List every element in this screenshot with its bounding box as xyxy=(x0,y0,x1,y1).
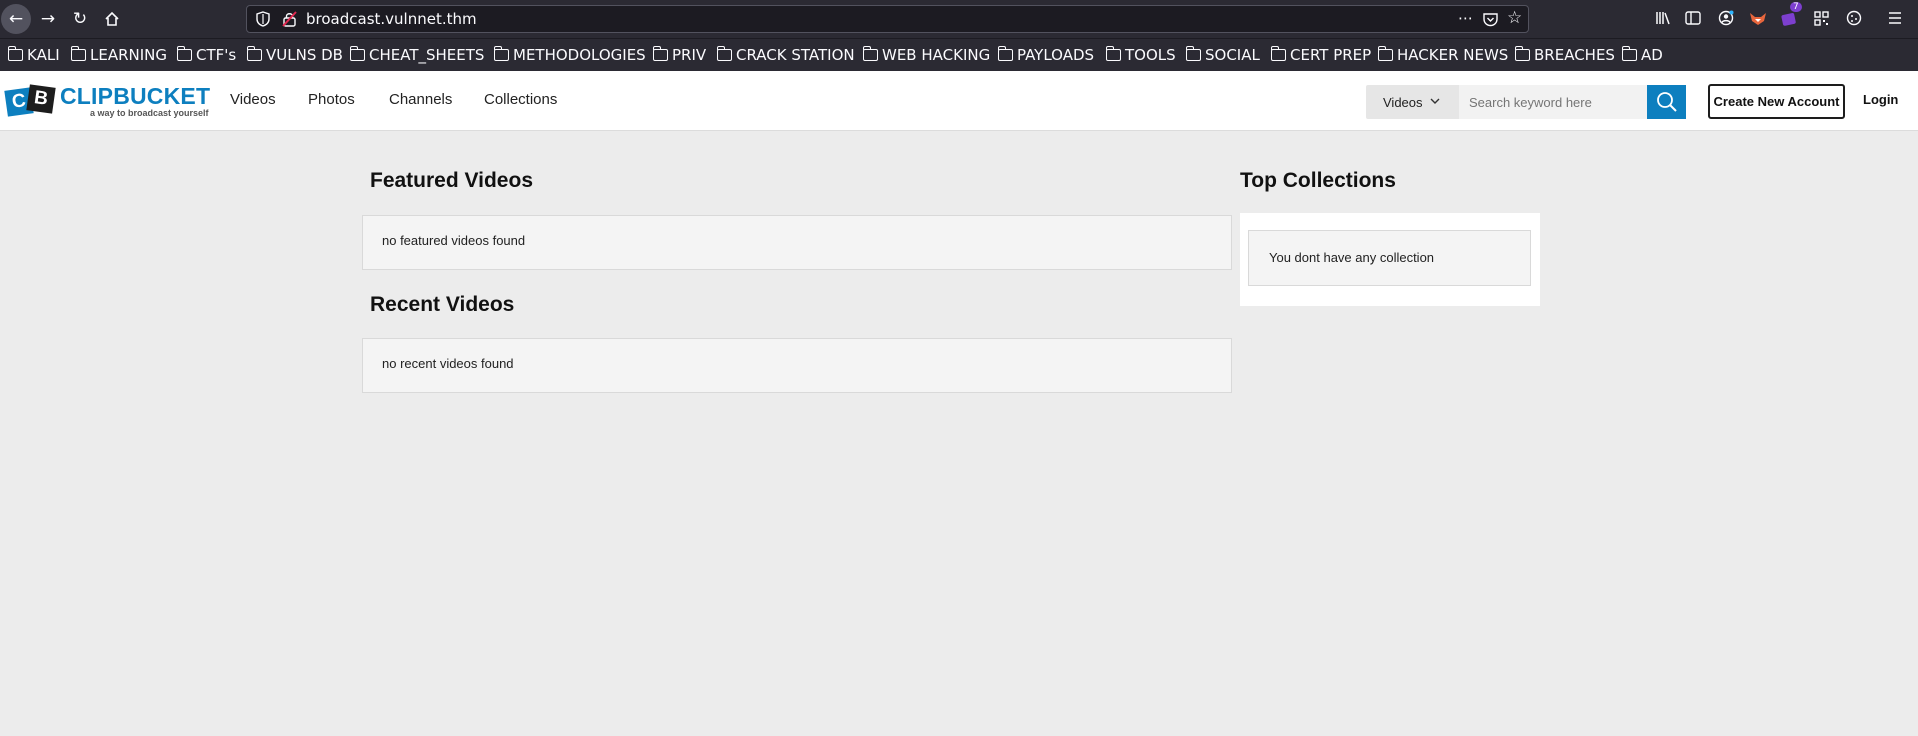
bookmark-folder[interactable]: CTF's xyxy=(176,45,236,65)
sidebar-icon[interactable] xyxy=(1684,9,1702,27)
recent-empty-message: no recent videos found xyxy=(382,356,514,371)
menu-icon[interactable] xyxy=(1886,9,1904,27)
collections-empty-message: You dont have any collection xyxy=(1269,250,1435,265)
bookmark-folder[interactable]: SOCIAL xyxy=(1185,45,1260,65)
search-button[interactable] xyxy=(1647,85,1686,119)
folder-icon xyxy=(1377,46,1393,61)
site-logo[interactable]: C B CLIPBUCKET a way to broadcast yourse… xyxy=(4,83,210,119)
folder-icon xyxy=(1105,46,1121,61)
bookmark-folder[interactable]: VULNS DB xyxy=(246,45,343,65)
reload-button[interactable]: ↻ xyxy=(65,4,95,34)
logo-mark: C B xyxy=(4,84,58,118)
folder-icon xyxy=(716,46,732,61)
recent-videos-title: Recent Videos xyxy=(370,293,515,316)
folder-icon xyxy=(176,46,192,61)
shield-icon[interactable] xyxy=(256,11,270,27)
chevron-down-icon xyxy=(1430,98,1440,104)
logo-tagline: a way to broadcast yourself xyxy=(90,108,209,118)
back-button[interactable]: ← xyxy=(1,4,31,34)
arrow-right-icon: → xyxy=(40,9,56,29)
bookmark-folder[interactable]: KALI xyxy=(7,45,60,65)
qr-code-icon[interactable] xyxy=(1812,9,1830,27)
folder-icon xyxy=(1270,46,1286,61)
forward-button[interactable]: → xyxy=(33,4,63,34)
recent-videos-panel: no recent videos found xyxy=(362,338,1232,393)
bookmarks-bar: KALI LEARNING CTF's VULNS DB CHEAT_SHEET… xyxy=(0,38,1918,71)
collections-empty-panel: You dont have any collection xyxy=(1248,230,1531,286)
folder-icon xyxy=(652,46,668,61)
folder-icon xyxy=(1514,46,1530,61)
extension-badge: 7 xyxy=(1790,2,1802,12)
folder-icon xyxy=(1185,46,1201,61)
search-icon xyxy=(1656,92,1677,112)
bookmark-folder[interactable]: LEARNING xyxy=(70,45,167,65)
page-actions-icon[interactable]: ⋯ xyxy=(1458,9,1473,27)
search-input[interactable] xyxy=(1459,85,1647,119)
star-icon[interactable]: ☆ xyxy=(1507,8,1522,28)
foxyproxy-icon[interactable] xyxy=(1749,9,1767,27)
bookmark-folder[interactable]: TOOLS xyxy=(1105,45,1176,65)
reload-icon: ↻ xyxy=(72,9,88,29)
login-link[interactable]: Login xyxy=(1863,92,1898,107)
bookmark-folder[interactable]: METHODOLOGIES xyxy=(493,45,646,65)
pocket-icon[interactable] xyxy=(1483,12,1498,27)
insecure-lock-icon[interactable] xyxy=(282,11,297,27)
folder-icon xyxy=(7,46,23,61)
bookmark-folder[interactable]: CERT PREP xyxy=(1270,45,1371,65)
create-account-button[interactable]: Create New Account xyxy=(1708,84,1845,119)
browser-toolbar: ← → ↻ broadcast.vulnnet.thm ⋯ ☆ 7 xyxy=(0,0,1918,38)
nav-channels[interactable]: Channels xyxy=(389,91,452,108)
folder-icon xyxy=(70,46,86,61)
address-bar[interactable]: broadcast.vulnnet.thm ⋯ ☆ xyxy=(246,5,1529,33)
logo-text: CLIPBUCKET xyxy=(60,83,211,109)
cookie-icon[interactable] xyxy=(1845,9,1863,27)
bookmark-folder[interactable]: HACKER NEWS xyxy=(1377,45,1508,65)
nav-videos[interactable]: Videos xyxy=(230,91,276,108)
extension-badge-icon[interactable]: 7 xyxy=(1780,2,1802,27)
featured-videos-title: Featured Videos xyxy=(370,169,533,192)
url-text[interactable]: broadcast.vulnnet.thm xyxy=(306,10,477,28)
folder-icon xyxy=(246,46,262,61)
bookmark-folder[interactable]: BREACHES xyxy=(1514,45,1615,65)
library-icon[interactable] xyxy=(1654,9,1672,27)
home-button[interactable] xyxy=(97,4,127,34)
bookmark-folder[interactable]: CHEAT_SHEETS xyxy=(349,45,484,65)
folder-icon xyxy=(862,46,878,61)
bookmark-folder[interactable]: AD xyxy=(1621,45,1663,65)
top-collections-title: Top Collections xyxy=(1240,169,1396,192)
nav-collections[interactable]: Collections xyxy=(484,91,557,108)
folder-icon xyxy=(1621,46,1637,61)
featured-empty-message: no featured videos found xyxy=(382,233,526,248)
nav-photos[interactable]: Photos xyxy=(308,91,355,108)
bookmark-folder[interactable]: PRIV xyxy=(652,45,706,65)
home-icon xyxy=(105,11,119,26)
account-icon[interactable] xyxy=(1717,9,1735,27)
search-type-label: Videos xyxy=(1383,94,1423,110)
folder-icon xyxy=(493,46,509,61)
arrow-left-icon: ← xyxy=(8,9,24,29)
folder-icon xyxy=(349,46,365,61)
featured-videos-panel: no featured videos found xyxy=(362,215,1232,270)
folder-icon xyxy=(997,46,1013,61)
top-collections-box: You dont have any collection xyxy=(1240,213,1540,306)
search-type-dropdown[interactable]: Videos xyxy=(1366,85,1459,119)
site-header: C B CLIPBUCKET a way to broadcast yourse… xyxy=(0,71,1918,131)
bookmark-folder[interactable]: CRACK STATION xyxy=(716,45,855,65)
bookmark-folder[interactable]: WEB HACKING xyxy=(862,45,990,65)
bookmark-folder[interactable]: PAYLOADS xyxy=(997,45,1094,65)
